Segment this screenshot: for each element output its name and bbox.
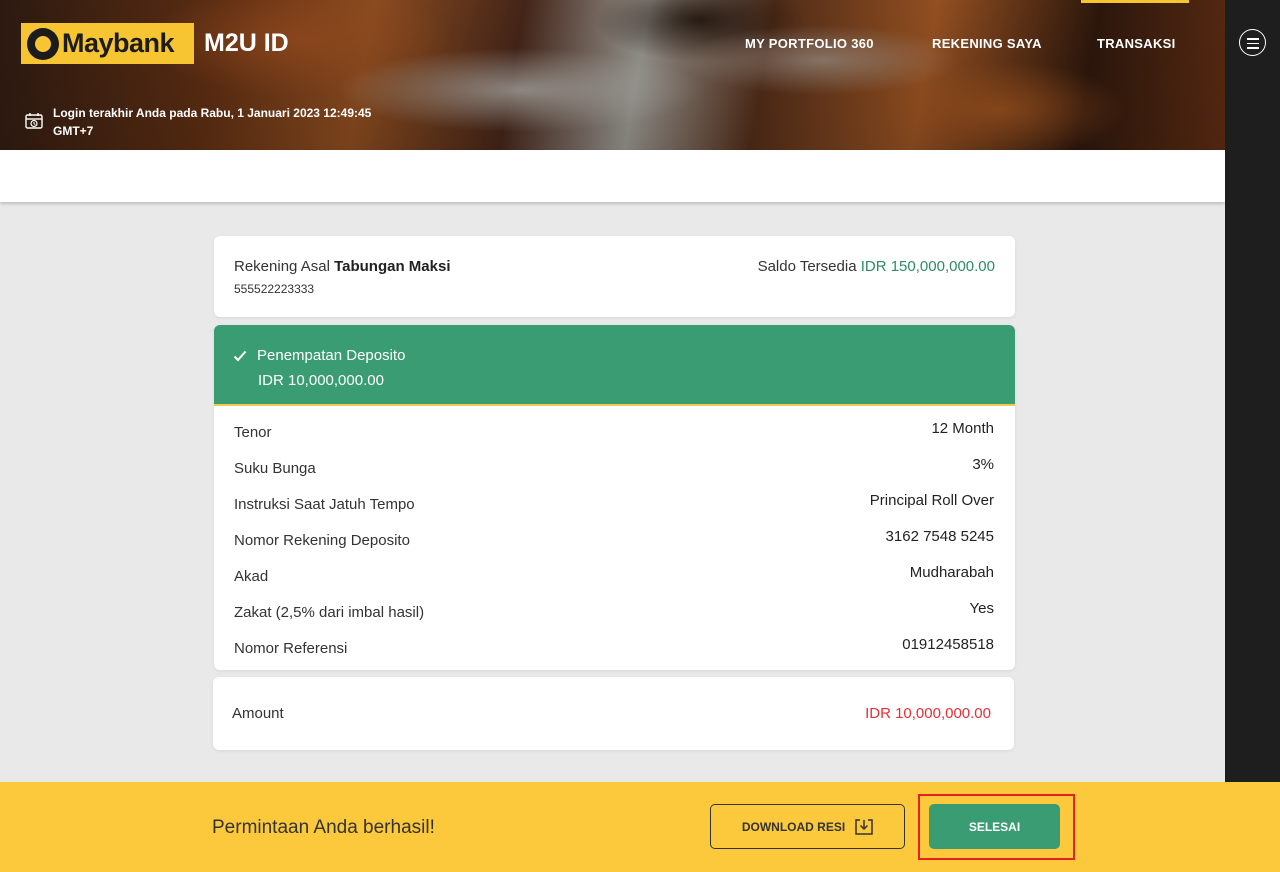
success-message: Permintaan Anda berhasil! (212, 817, 435, 838)
check-icon (233, 350, 247, 362)
detail-value: 3162 7548 5245 (885, 528, 994, 545)
detail-row-deposit-account: Nomor Rekening Deposito 3162 7548 5245 (234, 528, 994, 550)
detail-label: Nomor Referensi (234, 640, 348, 657)
nav-transaksi[interactable]: TRANSAKSI (1097, 36, 1176, 51)
selesai-button[interactable]: SELESAI (929, 804, 1060, 849)
detail-value: Mudharabah (909, 564, 994, 581)
nav-rekening-saya[interactable]: REKENING SAYA (932, 36, 1042, 51)
available-balance: Saldo Tersedia IDR 150,000,000.00 (758, 258, 995, 275)
detail-value: 3% (972, 456, 994, 473)
deposit-details-card: Penempatan Deposito IDR 10,000,000.00 Te… (214, 325, 1015, 670)
detail-label: Akad (234, 568, 269, 585)
amount-summary-card: Amount IDR 10,000,000.00 (213, 677, 1014, 750)
balance-amount: IDR 150,000,000.00 (860, 258, 995, 275)
source-account-label: Rekening Asal Tabungan Maksi (234, 258, 450, 275)
account-label-text: Rekening Asal (234, 258, 330, 275)
detail-row-reference: Nomor Referensi 01912458518 (234, 636, 994, 658)
calendar-clock-icon (25, 113, 43, 129)
sub-header-bar (0, 150, 1225, 202)
detail-label: Instruksi Saat Jatuh Tempo (234, 496, 415, 513)
account-name: Tabungan Maksi (334, 258, 451, 275)
tiger-head-icon (27, 27, 59, 60)
last-login-info: Login terakhir Anda pada Rabu, 1 Januari… (25, 104, 371, 140)
detail-label: Suku Bunga (234, 460, 316, 477)
menu-icon[interactable] (1239, 29, 1266, 56)
detail-label: Nomor Rekening Deposito (234, 532, 410, 549)
detail-row-interest-rate: Suku Bunga 3% (234, 456, 994, 478)
detail-value: Principal Roll Over (869, 492, 994, 509)
detail-row-zakat: Zakat (2,5% dari imbal hasil) Yes (234, 600, 994, 622)
detail-label: Zakat (2,5% dari imbal hasil) (234, 604, 425, 621)
amount-label: Amount (232, 705, 284, 722)
detail-row-tenor: Tenor 12 Month (234, 420, 994, 442)
success-header: Penempatan Deposito IDR 10,000,000.00 (214, 325, 1015, 406)
source-account-card: Rekening Asal Tabungan Maksi 55552222333… (214, 236, 1015, 317)
detail-label: Tenor (234, 424, 272, 441)
amount-value: IDR 10,000,000.00 (865, 705, 991, 722)
brand-name: Maybank (62, 28, 175, 58)
maybank-logo[interactable]: Maybank (21, 23, 194, 64)
last-login-text: Login terakhir Anda pada Rabu, 1 Januari… (53, 106, 372, 120)
balance-label: Saldo Tersedia (757, 258, 857, 275)
transaction-amount: IDR 10,000,000.00 (258, 372, 384, 389)
last-login-timezone: GMT+7 (53, 124, 94, 138)
detail-row-maturity-instruction: Instruksi Saat Jatuh Tempo Principal Rol… (234, 492, 994, 514)
download-button-label: DOWNLOAD RESI (741, 819, 846, 834)
right-rail (1225, 0, 1280, 782)
footer-action-bar: Permintaan Anda berhasil! DOWNLOAD RESI … (0, 782, 1280, 872)
detail-value: 12 Month (931, 420, 994, 437)
download-receipt-button[interactable]: DOWNLOAD RESI (710, 804, 905, 849)
detail-row-akad: Akad Mudharabah (234, 564, 994, 586)
detail-value: Yes (969, 600, 994, 617)
nav-my-portfolio[interactable]: MY PORTFOLIO 360 (745, 36, 874, 51)
download-icon (855, 818, 873, 835)
app-name: M2U ID (204, 29, 289, 57)
account-number: 555522223333 (234, 282, 315, 296)
transaction-title: Penempatan Deposito (257, 347, 406, 364)
detail-value: 01912458518 (902, 636, 994, 653)
nav-active-indicator (1081, 0, 1189, 3)
